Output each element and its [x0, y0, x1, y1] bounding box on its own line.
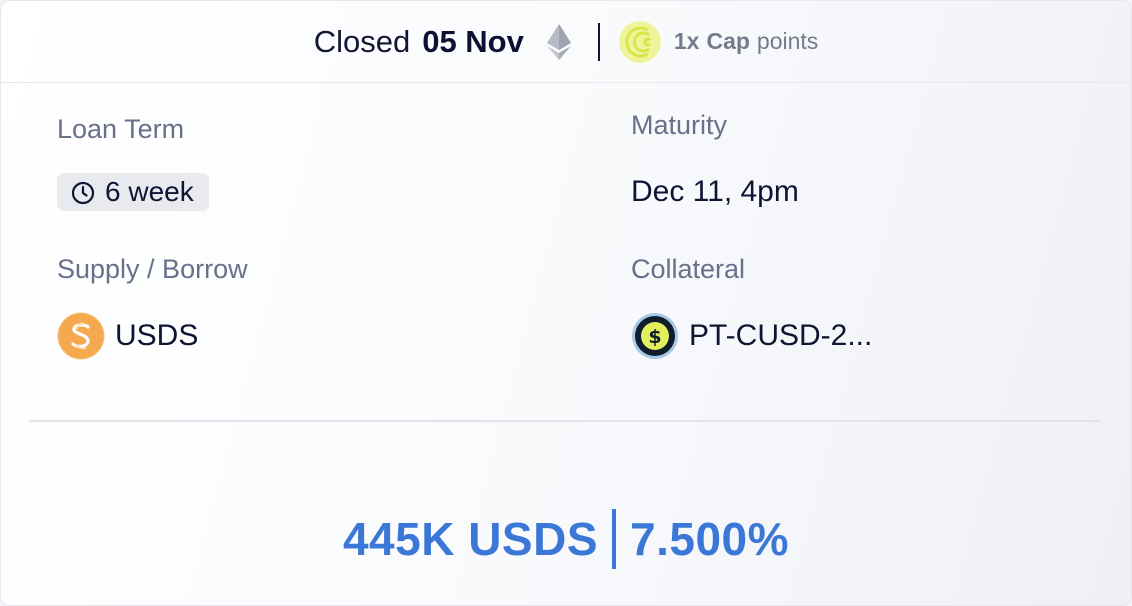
- stats-divider: [612, 509, 617, 569]
- maturity-value: Dec 11, 4pm: [631, 175, 799, 208]
- points-suffix: points: [756, 28, 819, 54]
- points-name: Cap: [706, 28, 750, 54]
- card-header: Closed 05 Nov 1x Cap points: [1, 1, 1131, 83]
- supply-borrow-label: Supply / Borrow: [57, 254, 248, 284]
- market-card[interactable]: Closed 05 Nov 1x Cap points Loan Term 6 …: [0, 0, 1132, 606]
- loan-term-label: Loan Term: [57, 114, 185, 144]
- cusd-icon: $: [631, 312, 679, 360]
- market-stats: 445K USDS 7.500%: [1, 509, 1131, 569]
- collateral-label: Collateral: [631, 254, 746, 284]
- supply-token-symbol: USDS: [115, 319, 199, 352]
- supply-amount: 445K USDS: [342, 513, 599, 565]
- usds-icon: [57, 312, 105, 360]
- loan-term-value: 6 week: [105, 176, 194, 207]
- closed-date: 05 Nov: [422, 23, 524, 59]
- collateral-token: $ PT-CUSD-2...: [631, 312, 872, 360]
- interest-rate: 7.500%: [630, 513, 790, 565]
- ethereum-icon: [546, 23, 572, 61]
- supply-token: USDS: [57, 312, 198, 360]
- svg-text:$: $: [648, 326, 661, 348]
- section-divider: [29, 420, 1101, 422]
- status-label: Closed: [313, 23, 411, 59]
- clock-icon: [71, 180, 95, 205]
- points-multiplier: 1x: [673, 28, 700, 54]
- collateral-token-symbol: PT-CUSD-2...: [689, 319, 873, 352]
- cap-icon: [618, 20, 662, 64]
- header-divider: [597, 22, 600, 61]
- loan-term-badge: 6 week: [57, 173, 209, 211]
- maturity-label: Maturity: [631, 110, 728, 140]
